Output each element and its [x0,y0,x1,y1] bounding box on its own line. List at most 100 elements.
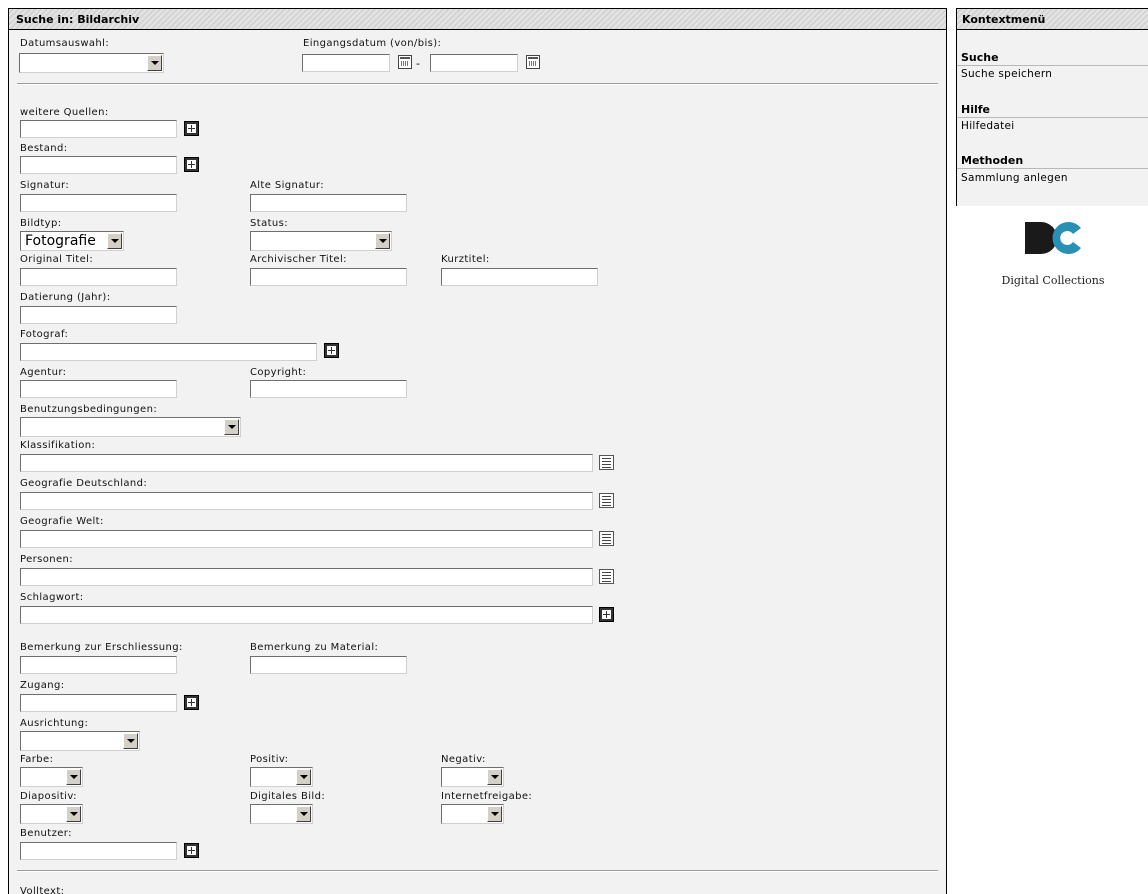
benutzer-input[interactable] [20,842,177,860]
section-heading-suche: Suche [961,51,999,64]
farbe-label: Farbe: [20,754,54,765]
section-heading-hilfe: Hilfe [961,103,990,116]
chevron-down-icon [147,55,162,71]
alte-signatur-input[interactable] [250,194,407,212]
chevron-down-icon [487,806,502,822]
farbe-select[interactable] [20,767,83,787]
divider [17,870,938,872]
geografie-deutschland-input[interactable] [20,492,593,510]
bestand-label: Bestand: [20,143,68,154]
divider [957,168,1148,169]
bemerkung-erschliessung-label: Bemerkung zur Erschliessung: [20,642,183,653]
positiv-select[interactable] [250,767,313,787]
chevron-down-icon [224,419,239,435]
personen-label: Personen: [20,554,74,565]
signatur-label: Signatur: [20,180,70,191]
datumsauswahl-select[interactable] [19,53,164,73]
bemerkung-material-input[interactable] [250,656,407,674]
negativ-select[interactable] [441,767,504,787]
negativ-label: Negativ: [441,754,486,765]
schlagwort-input[interactable] [20,606,593,624]
calendar-icon[interactable] [398,55,412,69]
archivischer-titel-label: Archivischer Titel: [250,254,347,265]
list-icon[interactable] [599,531,614,546]
logo-d-shape [1025,222,1057,254]
list-icon[interactable] [599,493,614,508]
internetfreigabe-select[interactable] [441,804,504,824]
bemerkung-erschliessung-input[interactable] [20,656,177,674]
add-icon[interactable] [184,843,199,858]
ausrichtung-select[interactable] [20,731,140,751]
eingangsdatum-label: Eingangsdatum (von/bis): [303,38,442,49]
ausrichtung-label: Ausrichtung: [20,718,89,729]
add-icon[interactable] [184,695,199,710]
agentur-input[interactable] [20,380,177,398]
add-icon[interactable] [324,343,339,358]
divider [957,117,1148,118]
status-select[interactable] [250,231,392,251]
geografie-welt-label: Geografie Welt: [20,516,104,527]
add-icon[interactable] [599,607,614,622]
menu-item-sammlung-anlegen[interactable]: Sammlung anlegen [961,172,1068,184]
eingangsdatum-bis-input[interactable] [430,54,518,72]
digitales-bild-select[interactable] [250,804,313,824]
search-form-title: Suche in: Bildarchiv [16,13,140,26]
fotograf-input[interactable] [20,343,317,361]
chevron-down-icon [66,806,81,822]
geografie-welt-input[interactable] [20,530,593,548]
diapositiv-label: Diapositiv: [20,791,77,802]
signatur-input[interactable] [20,194,177,212]
context-menu-title: Kontextmenü [962,13,1046,26]
bestand-input[interactable] [20,156,177,174]
geografie-deutschland-label: Geografie Deutschland: [20,478,148,489]
chevron-down-icon [487,769,502,785]
add-icon[interactable] [184,121,199,136]
zugang-input[interactable] [20,694,177,712]
calendar-icon[interactable] [526,55,540,69]
weitere-quellen-input[interactable] [20,120,177,138]
date-separator: - [416,57,420,70]
archivischer-titel-input[interactable] [250,268,407,286]
bildtyp-value: Fotografie [25,233,96,249]
alte-signatur-label: Alte Signatur: [250,180,324,191]
digital-collections-logo [1025,222,1081,254]
logo-c-shape [1052,222,1081,254]
kurztitel-label: Kurztitel: [441,254,490,265]
copyright-input[interactable] [250,380,407,398]
section-heading-methoden: Methoden [961,154,1024,167]
datierung-label: Datierung (Jahr): [20,292,111,303]
context-menu-header: Kontextmenü [957,9,1148,30]
kurztitel-input[interactable] [441,268,598,286]
chevron-down-icon [375,233,390,249]
zugang-label: Zugang: [20,680,65,691]
original-titel-label: Original Titel: [20,254,94,265]
chevron-down-icon [296,806,311,822]
benutzer-label: Benutzer: [20,828,72,839]
add-icon[interactable] [184,157,199,172]
chevron-down-icon [296,769,311,785]
benutzungsbedingungen-select[interactable] [20,417,241,437]
list-icon[interactable] [599,569,614,584]
digitales-bild-label: Digitales Bild: [250,791,326,802]
weitere-quellen-label: weitere Quellen: [20,107,109,118]
agentur-label: Agentur: [20,367,67,378]
bildtyp-select[interactable]: Fotografie [20,231,124,251]
bemerkung-material-label: Bemerkung zu Material: [250,642,379,653]
divider [17,83,938,85]
status-label: Status: [250,218,289,229]
klassifikation-input[interactable] [20,454,593,472]
original-titel-input[interactable] [20,268,177,286]
datierung-input[interactable] [20,306,177,324]
benutzungsbedingungen-label: Benutzungsbedingungen: [20,404,158,415]
menu-item-suche-speichern[interactable]: Suche speichern [961,68,1052,80]
menu-item-hilfedatei[interactable]: Hilfedatei [961,120,1014,132]
personen-input[interactable] [20,568,593,586]
list-icon[interactable] [599,455,614,470]
fotograf-label: Fotograf: [20,329,69,340]
search-form-header: Suche in: Bildarchiv [9,9,946,30]
logo-text: Digital Collections [1001,274,1105,287]
chevron-down-icon [107,233,122,249]
eingangsdatum-von-input[interactable] [302,54,390,72]
diapositiv-select[interactable] [20,804,83,824]
context-menu-panel: Kontextmenü Suche Suche speichern Hilfe … [956,8,1148,206]
